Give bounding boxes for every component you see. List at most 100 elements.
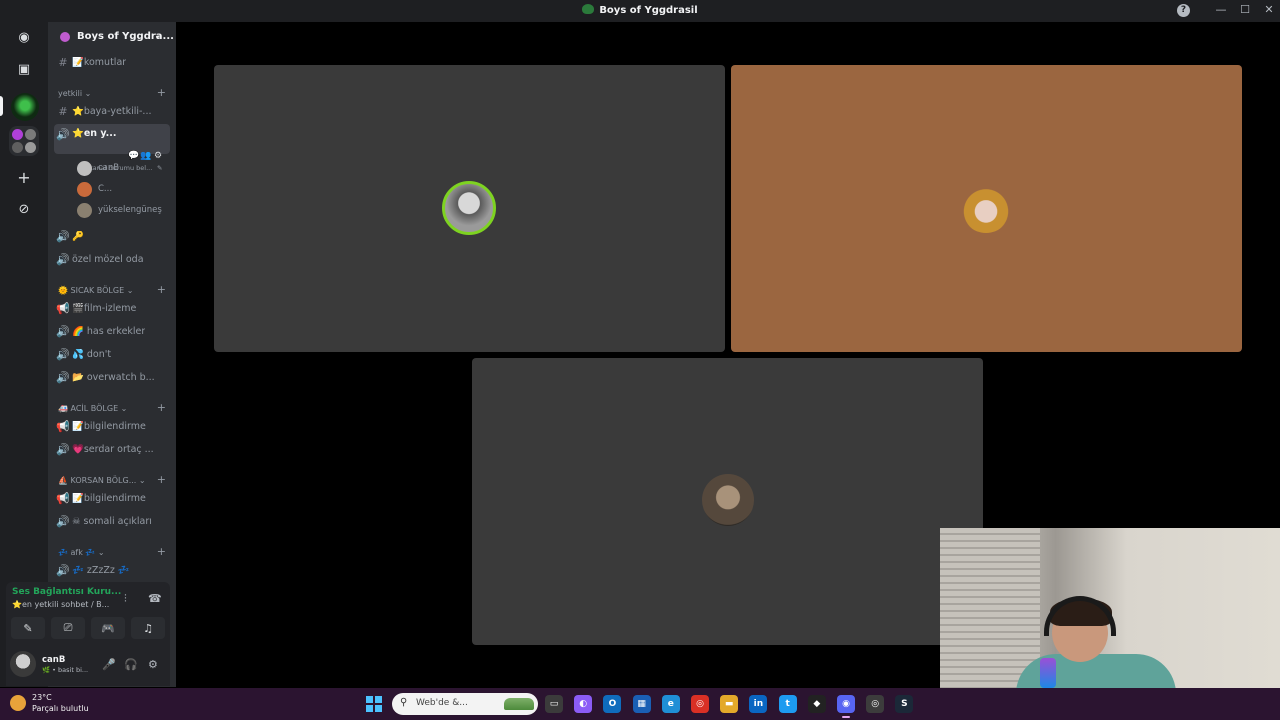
invite-icon[interactable]: 👥 <box>140 151 151 161</box>
chevron-down-icon[interactable]: ⌄ <box>154 31 162 41</box>
gear-icon[interactable]: ⚙ <box>148 658 158 671</box>
camera-off-icon: ✎ <box>23 621 33 635</box>
server-folder[interactable] <box>9 126 39 156</box>
channel-en-yetkili[interactable]: 🔊 ⭐en y... <box>54 124 170 154</box>
taskbar-search[interactable]: ⚲ Web'de &... <box>392 693 538 715</box>
soundboard-button[interactable]: ♫ <box>131 617 165 639</box>
voice-tile-canb[interactable] <box>214 65 725 352</box>
avatar <box>77 160 92 176</box>
microphone-icon[interactable]: 🎤 <box>102 658 116 671</box>
avatar <box>77 202 92 218</box>
screen-share-button[interactable]: ⎚ <box>51 617 85 639</box>
voice-connected-status[interactable]: Ses Bağlantısı Kuru... <box>12 587 121 597</box>
store-icon[interactable]: ▦ <box>632 695 651 713</box>
headset-graphic <box>1044 596 1116 636</box>
start-button[interactable] <box>366 696 382 712</box>
window-title: Boys of Yggdrasil <box>0 4 1280 16</box>
activity-button[interactable]: 🎮 <box>91 617 125 639</box>
minimize-button[interactable]: — <box>1211 3 1231 16</box>
channel-dont[interactable]: 🔊 💦 don't <box>54 344 170 364</box>
channel-baya-yetkili[interactable]: # ⭐baya-yetkili-... <box>54 101 170 121</box>
start-tile <box>374 696 382 704</box>
linkedin-icon[interactable]: in <box>749 695 768 713</box>
server-logo-icon <box>582 4 595 14</box>
chat-icon[interactable]: 💬 <box>128 151 139 161</box>
add-channel-icon[interactable]: + <box>157 86 166 99</box>
add-channel-icon[interactable]: + <box>157 545 166 558</box>
chrome-icon[interactable]: ◎ <box>691 695 709 713</box>
voice-channel-name[interactable]: ⭐en yetkili sohbet / B... <box>12 600 109 609</box>
explore-icon[interactable]: ⊘ <box>13 198 35 220</box>
edge-icon[interactable]: e <box>661 695 680 713</box>
voice-channel-icon: 🔊 <box>56 128 70 141</box>
avatar <box>442 181 496 235</box>
server-folder-item <box>12 129 23 140</box>
category-afk[interactable]: 💤 afk 💤 ⌄ + <box>58 545 172 559</box>
channel-key[interactable]: 🔊 🔑 <box>54 226 170 246</box>
inbox-icon[interactable]: ▣ <box>13 58 35 80</box>
weather-desc: Parçalı bulutlu <box>32 704 89 713</box>
twitter-icon[interactable]: t <box>778 695 797 713</box>
category-yetkili[interactable]: yetkili ⌄ + <box>58 86 172 100</box>
voice-user[interactable]: canB <box>77 159 119 177</box>
channel-zzzzz[interactable]: 🔊 💤 zZzZz 💤 <box>54 560 170 580</box>
window-blind <box>940 528 1040 688</box>
voice-channel-icon: 🔊 <box>56 229 70 243</box>
task-view-icon[interactable]: ▭ <box>545 695 563 713</box>
channel-komutlar[interactable]: # 📝komutlar <box>54 52 170 72</box>
add-channel-icon[interactable]: + <box>157 401 166 414</box>
category-sicak-bolge[interactable]: 🌞 SICAK BÖLGE ⌄ + <box>58 283 172 297</box>
soundboard-icon: ♫ <box>143 621 153 635</box>
add-server-icon[interactable]: + <box>13 166 35 188</box>
user-status[interactable]: 🌿 • basit bi... <box>42 666 88 674</box>
announcement-icon: 📢 <box>56 419 70 433</box>
channel-has-erkekler[interactable]: 🔊 🌈 has erkekler <box>54 321 170 341</box>
outlook-icon[interactable]: O <box>603 695 622 713</box>
channel-ozel-mozel-oda[interactable]: 🔊 özel mözel oda <box>54 249 170 269</box>
channel-film-izleme[interactable]: 📢 🎬film-izleme <box>54 298 170 318</box>
search-icon: ⚲ <box>400 697 408 708</box>
close-button[interactable]: ✕ <box>1259 3 1279 16</box>
username[interactable]: canB <box>42 655 65 665</box>
server-header[interactable]: Boys of Yggdra... ⌄ <box>48 22 176 52</box>
obs-icon[interactable]: ◎ <box>866 695 885 713</box>
server-yggdrasil[interactable] <box>11 93 39 121</box>
add-channel-icon[interactable]: + <box>157 283 166 296</box>
search-highlight-icon <box>504 698 534 710</box>
discord-home-icon[interactable]: ◉ <box>13 26 35 48</box>
pencil-icon[interactable]: ✎ <box>157 164 162 172</box>
camera-off-button[interactable]: ✎ <box>11 617 45 639</box>
epic-icon[interactable]: ◆ <box>807 695 826 713</box>
channel-serdar-ortac[interactable]: 🔊 💗serdar ortaç ... <box>54 439 170 459</box>
channel-bilgilendirme-2[interactable]: 📢 📝bilgilendirme <box>54 488 170 508</box>
disconnect-icon[interactable]: ☎ <box>148 592 162 605</box>
voice-user[interactable]: yükselengüneş <box>77 201 162 219</box>
search-placeholder: Web'de &... <box>416 698 468 708</box>
avatar[interactable] <box>10 651 36 677</box>
file-explorer-icon[interactable]: ▬ <box>720 695 739 713</box>
channel-overwatch[interactable]: 🔊 📂 overwatch b... <box>54 367 170 387</box>
voice-channel-icon: 🔊 <box>56 514 70 528</box>
voice-user[interactable]: C... <box>77 180 112 198</box>
channel-somali[interactable]: 🔊 ☠ somali açıkları <box>54 511 170 531</box>
avatar <box>961 185 1011 233</box>
weather-widget[interactable]: 23°C Parçalı bulutlu <box>10 692 89 714</box>
voice-channel-icon: 🔊 <box>56 347 70 361</box>
headset-icon[interactable]: 🎧 <box>124 658 138 671</box>
weather-icon <box>10 695 26 711</box>
channel-bilgilendirme[interactable]: 📢 📝bilgilendirme <box>54 416 170 436</box>
start-tile <box>374 704 382 712</box>
category-korsan-bolge[interactable]: ⛵ KORSAN BÖLG... ⌄ + <box>58 473 172 487</box>
steam-icon[interactable]: S <box>895 695 914 713</box>
help-icon[interactable]: ? <box>1177 4 1190 17</box>
maximize-button[interactable]: ☐ <box>1235 3 1255 16</box>
add-channel-icon[interactable]: + <box>157 473 166 486</box>
discord-icon[interactable]: ◉ <box>837 695 855 718</box>
voice-tile-c[interactable] <box>731 65 1242 352</box>
screen-share-icon: ⎚ <box>63 621 73 634</box>
gear-icon[interactable]: ⚙ <box>154 151 162 161</box>
signal-icon[interactable]: ⫶ <box>124 592 127 606</box>
voice-tile-yukselengunes[interactable] <box>472 358 983 645</box>
copilot-icon[interactable]: ◐ <box>574 695 593 713</box>
category-acil-bolge[interactable]: 🚑 ACİL BÖLGE ⌄ + <box>58 401 172 415</box>
